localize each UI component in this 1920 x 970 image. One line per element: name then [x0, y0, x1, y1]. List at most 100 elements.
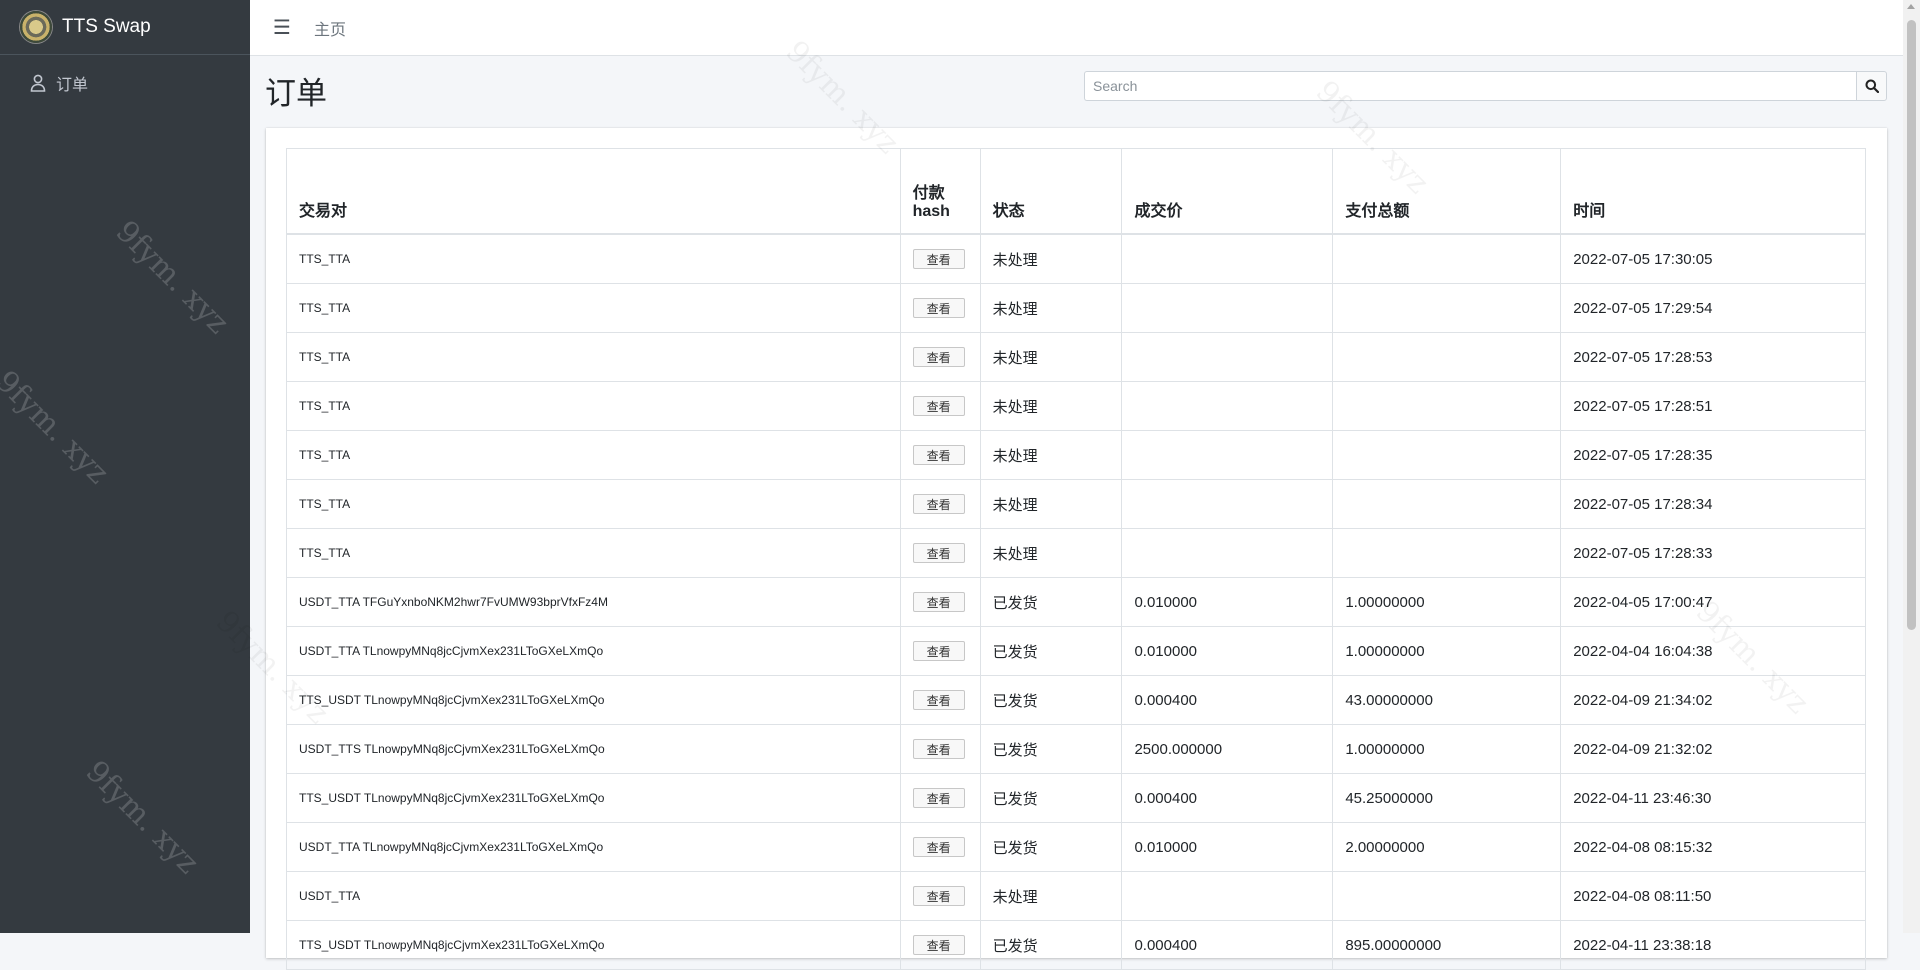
- cell-total: [1332, 479, 1562, 529]
- table-row: TTS_USDT TLnowpyMNq8jcCjvmXex231LToGXeLX…: [286, 773, 1866, 823]
- table-row: USDT_TTA TFGuYxnboNKM2hwr7FvUMW93bprVfxF…: [286, 577, 1866, 627]
- cell-pair: USDT_TTA: [286, 871, 901, 921]
- col-header-hash-line1: 付款: [912, 185, 945, 202]
- scroll-up-arrow-icon[interactable]: [1907, 4, 1915, 9]
- cell-pair: USDT_TTA TLnowpyMNq8jcCjvmXex231LToGXeLX…: [286, 626, 901, 676]
- top-navbar: ☰ 主页: [250, 0, 1920, 56]
- cell-price: [1121, 381, 1334, 431]
- cell-hash: 查看: [899, 283, 981, 333]
- cell-total: 895.00000000: [1332, 920, 1562, 970]
- view-hash-button[interactable]: 查看: [912, 494, 965, 514]
- view-hash-button[interactable]: 查看: [912, 886, 965, 906]
- cell-status: 已发货: [979, 675, 1123, 725]
- cell-pair: TTS_USDT TLnowpyMNq8jcCjvmXex231LToGXeLX…: [286, 920, 901, 970]
- cell-hash: 查看: [899, 332, 981, 382]
- search-input[interactable]: [1084, 71, 1856, 101]
- sidebar-item-orders[interactable]: 订单: [0, 65, 250, 101]
- table-row: USDT_TTA 查看 未处理 2022-04-08 08:11:50: [286, 871, 1866, 921]
- cell-total: [1332, 332, 1562, 382]
- cell-pair: TTS_USDT TLnowpyMNq8jcCjvmXex231LToGXeLX…: [286, 773, 901, 823]
- table-row: TTS_TTA 查看 未处理 2022-07-05 17:29:54: [286, 283, 1866, 333]
- brand-logo: [20, 11, 52, 43]
- cell-total: 43.00000000: [1332, 675, 1562, 725]
- cell-price: 0.000400: [1121, 675, 1334, 725]
- cell-hash: 查看: [899, 724, 981, 774]
- cell-status: 已发货: [979, 920, 1123, 970]
- cell-price: [1121, 479, 1334, 529]
- cell-hash: 查看: [899, 233, 981, 284]
- cell-time: 2022-07-05 17:28:51: [1560, 381, 1866, 431]
- view-hash-button[interactable]: 查看: [912, 543, 965, 563]
- view-hash-button[interactable]: 查看: [912, 347, 965, 367]
- cell-status: 未处理: [979, 430, 1123, 480]
- watermark: 9fym. xyz: [108, 214, 236, 341]
- view-hash-button[interactable]: 查看: [912, 298, 965, 318]
- cell-hash: 查看: [899, 430, 981, 480]
- cell-total: 45.25000000: [1332, 773, 1562, 823]
- cell-hash: 查看: [899, 626, 981, 676]
- view-hash-button[interactable]: 查看: [912, 641, 965, 661]
- orders-card: 交易对 付款 hash 状态 成交价 支付总额 时间 TTS_TTA 查看 未处理 20…: [266, 128, 1887, 970]
- cell-hash: 查看: [899, 871, 981, 921]
- cell-status: 未处理: [979, 479, 1123, 529]
- col-header-total: 支付总额: [1332, 148, 1562, 235]
- view-hash-button[interactable]: 查看: [912, 249, 965, 269]
- view-hash-button[interactable]: 查看: [912, 592, 965, 612]
- table-row: USDT_TTA TLnowpyMNq8jcCjvmXex231LToGXeLX…: [286, 626, 1866, 676]
- table-row: TTS_TTA 查看 未处理 2022-07-05 17:28:34: [286, 479, 1866, 529]
- table-header-row: 交易对 付款 hash 状态 成交价 支付总额 时间: [286, 148, 1866, 235]
- cell-price: 0.000400: [1121, 920, 1334, 970]
- cell-pair: TTS_TTA: [286, 528, 901, 578]
- cell-time: 2022-04-11 23:38:18: [1560, 920, 1866, 970]
- cell-price: [1121, 528, 1334, 578]
- cell-time: 2022-04-11 23:46:30: [1560, 773, 1866, 823]
- cell-hash: 查看: [899, 479, 981, 529]
- watermark: 9fym. xyz: [0, 364, 116, 491]
- scrollbar-thumb[interactable]: [1907, 20, 1916, 630]
- cell-total: [1332, 871, 1562, 921]
- brand-name: TTS Swap: [62, 16, 151, 37]
- table-row: TTS_TTA 查看 未处理 2022-07-05 17:28:35: [286, 430, 1866, 480]
- cell-time: 2022-07-05 17:28:53: [1560, 332, 1866, 382]
- cell-total: [1332, 430, 1562, 480]
- cell-price: 2500.000000: [1121, 724, 1334, 774]
- table-row: TTS_TTA 查看 未处理 2022-07-05 17:28:33: [286, 528, 1866, 578]
- menu-toggle-icon[interactable]: ☰: [272, 15, 292, 40]
- search-icon: [1865, 79, 1879, 93]
- cell-time: 2022-07-05 17:28:33: [1560, 528, 1866, 578]
- cell-status: 已发货: [979, 724, 1123, 774]
- view-hash-button[interactable]: 查看: [912, 739, 965, 759]
- cell-total: [1332, 283, 1562, 333]
- cell-hash: 查看: [899, 773, 981, 823]
- view-hash-button[interactable]: 查看: [912, 396, 965, 416]
- cell-price: 0.010000: [1121, 822, 1334, 872]
- orders-table: 交易对 付款 hash 状态 成交价 支付总额 时间 TTS_TTA 查看 未处理 20…: [286, 148, 1866, 970]
- cell-status: 未处理: [979, 332, 1123, 382]
- view-hash-button[interactable]: 查看: [912, 788, 965, 808]
- cell-time: 2022-04-04 16:04:38: [1560, 626, 1866, 676]
- cell-status: 未处理: [979, 871, 1123, 921]
- cell-time: 2022-04-05 17:00:47: [1560, 577, 1866, 627]
- cell-pair: USDT_TTA TLnowpyMNq8jcCjvmXex231LToGXeLX…: [286, 822, 901, 872]
- view-hash-button[interactable]: 查看: [912, 445, 965, 465]
- cell-price: [1121, 430, 1334, 480]
- nav-home-link[interactable]: 主页: [314, 16, 346, 40]
- table-row: TTS_TTA 查看 未处理 2022-07-05 17:28:53: [286, 332, 1866, 382]
- cell-pair: USDT_TTA TFGuYxnboNKM2hwr7FvUMW93bprVfxF…: [286, 577, 901, 627]
- cell-status: 未处理: [979, 283, 1123, 333]
- cell-time: 2022-04-08 08:11:50: [1560, 871, 1866, 921]
- search-button[interactable]: [1856, 71, 1887, 101]
- view-hash-button[interactable]: 查看: [912, 935, 965, 955]
- table-row: TTS_USDT TLnowpyMNq8jcCjvmXex231LToGXeLX…: [286, 920, 1866, 970]
- cell-price: [1121, 233, 1334, 284]
- cell-pair: TTS_TTA: [286, 233, 901, 284]
- page-scrollbar[interactable]: [1903, 0, 1920, 933]
- col-header-status: 状态: [979, 148, 1123, 235]
- brand-link[interactable]: TTS Swap: [0, 0, 250, 55]
- cell-pair: TTS_TTA: [286, 381, 901, 431]
- col-header-time: 时间: [1560, 148, 1866, 235]
- view-hash-button[interactable]: 查看: [912, 690, 965, 710]
- cell-total: 1.00000000: [1332, 724, 1562, 774]
- view-hash-button[interactable]: 查看: [912, 837, 965, 857]
- cell-total: [1332, 381, 1562, 431]
